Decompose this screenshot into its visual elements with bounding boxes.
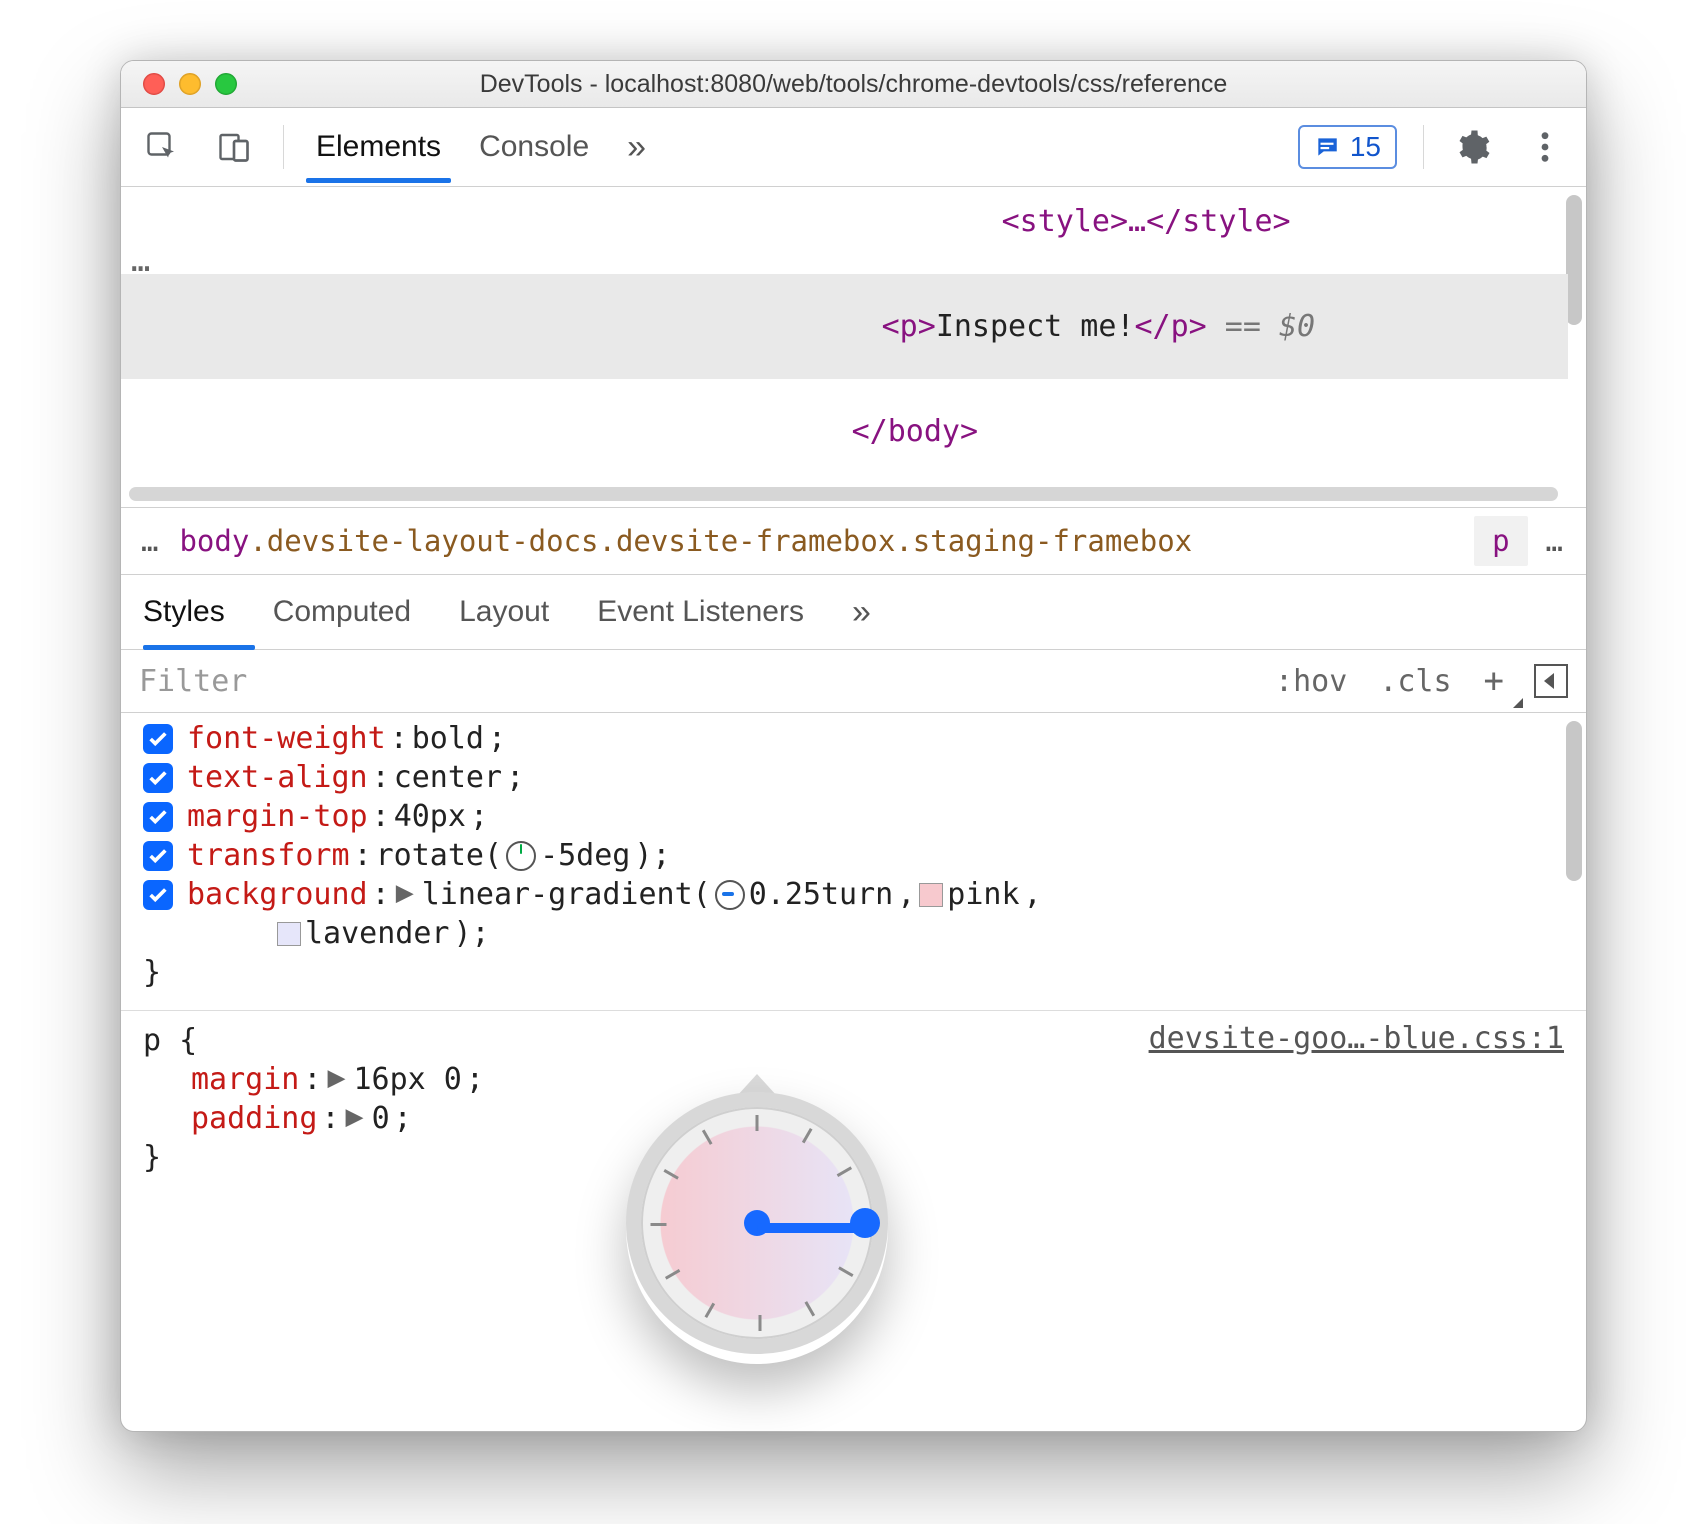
css-decl-margin-top[interactable]: margin-top: 40px; (143, 797, 1564, 836)
subtab-layout[interactable]: Layout (459, 595, 549, 629)
message-icon (1314, 134, 1340, 160)
css-decl-transform[interactable]: transform: rotate( -5deg ); (143, 836, 1564, 875)
breadcrumb-current[interactable]: p (1474, 516, 1527, 566)
tab-elements[interactable]: Elements (310, 112, 447, 182)
toolbar-separator (283, 125, 284, 169)
new-style-rule-button[interactable]: + (1468, 657, 1520, 705)
dom-node-body-close[interactable]: </body> (121, 379, 1568, 484)
breadcrumb: … body.devsite-layout-docs.devsite-frame… (121, 507, 1586, 575)
issues-badge[interactable]: 15 (1298, 125, 1397, 169)
inspect-element-icon[interactable] (139, 124, 185, 170)
styles-filter-input[interactable]: Filter (139, 664, 1259, 699)
titlebar: DevTools - localhost:8080/web/tools/chro… (121, 61, 1586, 108)
decl-enabled-checkbox[interactable] (143, 724, 173, 754)
dom-scrollbar[interactable] (1566, 195, 1582, 325)
styles-scrollbar[interactable] (1566, 721, 1582, 881)
subtab-styles[interactable]: Styles (143, 595, 225, 629)
angle-clock-popup[interactable] (626, 1048, 888, 1364)
subtab-event-listeners[interactable]: Event Listeners (597, 595, 804, 629)
rule-close-brace: } (143, 953, 1564, 992)
decl-enabled-checkbox[interactable] (143, 802, 173, 832)
color-swatch-lavender[interactable] (277, 922, 301, 946)
computed-sidebar-toggle-icon[interactable] (1534, 664, 1568, 698)
dom-node-style[interactable]: <style>…</style> (121, 187, 1568, 274)
dom-horizontal-scrollbar[interactable] (129, 487, 1558, 501)
css-decl-font-weight[interactable]: font-weight: bold; (143, 719, 1564, 758)
expand-icon[interactable]: ▶ (346, 1099, 364, 1134)
more-tabs-button[interactable]: » (621, 110, 652, 185)
toolbar-separator (1423, 125, 1424, 169)
issues-count: 15 (1350, 131, 1381, 163)
css-decl-background-line2[interactable]: lavender ); (143, 914, 1564, 953)
styles-filter-bar: Filter :hov .cls + (121, 650, 1586, 713)
source-link[interactable]: devsite-goo…-blue.css:1 (1149, 1021, 1564, 1056)
css-decl-text-align[interactable]: text-align: center; (143, 758, 1564, 797)
angle-icon[interactable] (715, 880, 745, 910)
breadcrumb-next[interactable]: … (1546, 524, 1566, 558)
breadcrumb-body[interactable]: body.devsite-layout-docs.devsite-framebo… (179, 524, 1456, 558)
angle-icon[interactable] (506, 841, 536, 871)
dom-tree[interactable]: … <style>…</style> <p>Inspect me!</p> ==… (121, 187, 1586, 507)
decl-enabled-checkbox[interactable] (143, 880, 173, 910)
dom-node-selected[interactable]: <p>Inspect me!</p> == $0 (121, 274, 1568, 379)
css-decl-background[interactable]: background: ▶ linear-gradient( 0.25turn,… (143, 875, 1564, 914)
subtab-more[interactable]: » (852, 593, 871, 632)
styles-subtabs: Styles Computed Layout Event Listeners » (121, 575, 1586, 650)
device-toolbar-icon[interactable] (211, 124, 257, 170)
breadcrumb-prev[interactable]: … (141, 524, 161, 558)
settings-icon[interactable] (1450, 124, 1496, 170)
subtab-computed[interactable]: Computed (273, 595, 411, 629)
window-title: DevTools - localhost:8080/web/tools/chro… (121, 70, 1586, 99)
color-swatch-pink[interactable] (919, 883, 943, 907)
expand-icon[interactable]: ▶ (327, 1060, 345, 1095)
main-toolbar: Elements Console » 15 (121, 108, 1586, 187)
decl-enabled-checkbox[interactable] (143, 841, 173, 871)
more-options-icon[interactable] (1522, 124, 1568, 170)
cls-toggle[interactable]: .cls (1363, 660, 1467, 703)
expand-icon[interactable]: ▶ (396, 875, 414, 910)
tab-console[interactable]: Console (473, 112, 595, 182)
angle-clock-face[interactable] (626, 1092, 888, 1354)
hov-toggle[interactable]: :hov (1259, 660, 1363, 703)
decl-enabled-checkbox[interactable] (143, 763, 173, 793)
